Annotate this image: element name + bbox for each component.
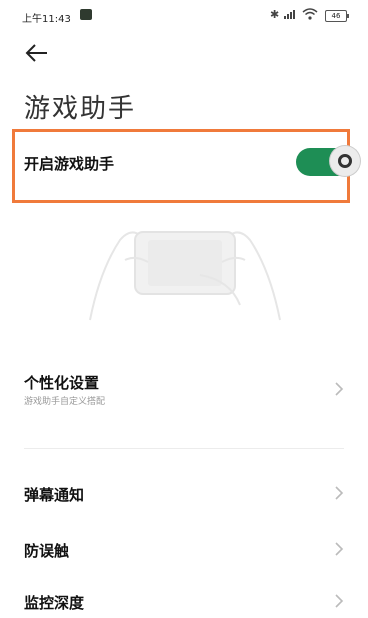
- wifi-icon: [302, 8, 318, 20]
- setting-personalization[interactable]: 个性化设置 游戏助手自定义搭配: [0, 370, 368, 418]
- chevron-right-icon: [335, 486, 344, 500]
- chevron-right-icon: [335, 382, 344, 396]
- signal-icon: [284, 10, 295, 19]
- arrow-left-icon: [25, 44, 47, 62]
- toggle-knob[interactable]: [330, 146, 360, 176]
- chevron-right-icon: [335, 594, 344, 608]
- setting-monitor-depth[interactable]: 监控深度: [0, 590, 368, 618]
- phone-in-hands-illustration: [89, 231, 281, 321]
- status-bar: 上午11:43 ✱ 46: [0, 0, 368, 30]
- setting-subtitle: 游戏助手自定义搭配: [24, 397, 106, 407]
- chevron-right-icon: [335, 542, 344, 556]
- setting-anti-mistouch[interactable]: 防误触: [0, 538, 368, 566]
- setting-title: 弹幕通知: [24, 486, 85, 504]
- app-notification-icon: [80, 9, 92, 20]
- setting-title: 防误触: [24, 542, 70, 560]
- enable-game-assistant-label: 开启游戏助手: [24, 155, 115, 173]
- bluetooth-icon: ✱: [270, 8, 280, 21]
- setting-title: 个性化设置: [24, 374, 100, 392]
- page-title: 游戏助手: [24, 94, 137, 124]
- back-button[interactable]: [24, 42, 50, 64]
- divider: [24, 448, 344, 449]
- setting-title: 监控深度: [24, 594, 85, 612]
- setting-danmaku-notification[interactable]: 弹幕通知: [0, 482, 368, 510]
- battery-indicator: 46: [325, 10, 349, 22]
- status-time: 上午11:43: [22, 14, 71, 25]
